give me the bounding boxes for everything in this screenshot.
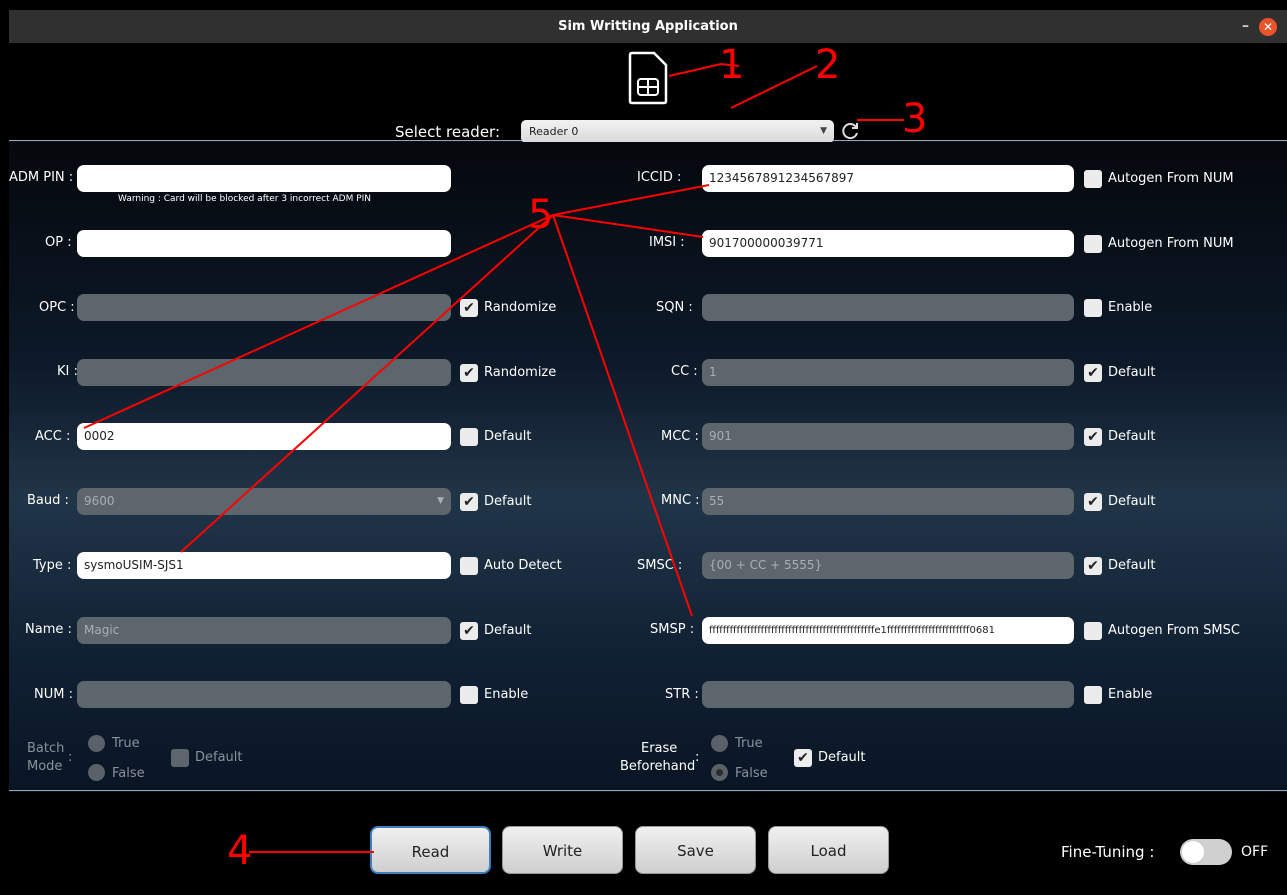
- annotation-label-3: 3: [902, 96, 928, 142]
- annotation-label-1: 1: [719, 42, 745, 88]
- annotation-label-5: 5: [528, 192, 554, 238]
- annotation-label-4: 4: [227, 828, 253, 874]
- app-window: Sim Writting Application – ✕ Select read…: [9, 10, 1287, 895]
- annotation-lines: [83, 63, 904, 853]
- annotation-label-2: 2: [815, 42, 841, 88]
